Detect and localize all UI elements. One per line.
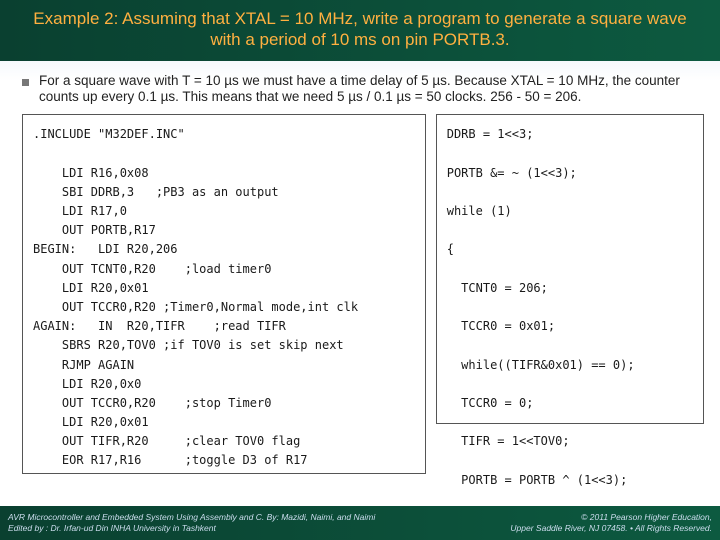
bullet-item: For a square wave with T = 10 µs we must… <box>22 73 704 107</box>
assembly-code: .INCLUDE "M32DEF.INC" LDI R16,0x08 SBI D… <box>33 125 415 474</box>
c-code-box: DDRB = 1<<3; PORTB &= ~ (1<<3); while (1… <box>436 114 704 424</box>
bullet-icon <box>22 79 29 86</box>
assembly-code-box: .INCLUDE "M32DEF.INC" LDI R16,0x08 SBI D… <box>22 114 426 474</box>
footer-left: AVR Microcontroller and Embedded System … <box>8 512 375 534</box>
code-row: .INCLUDE "M32DEF.INC" LDI R16,0x08 SBI D… <box>22 114 704 474</box>
slide: Example 2: Assuming that XTAL = 10 MHz, … <box>0 0 720 540</box>
footer-right: © 2011 Pearson Higher Education, Upper S… <box>510 512 712 534</box>
footer: AVR Microcontroller and Embedded System … <box>0 506 720 540</box>
bullet-text: For a square wave with T = 10 µs we must… <box>39 73 704 107</box>
body-area: For a square wave with T = 10 µs we must… <box>0 61 720 483</box>
footer-credit-2: Edited by : Dr. Irfan-ud Din INHA Univer… <box>8 523 375 534</box>
footer-credit-1: AVR Microcontroller and Embedded System … <box>8 512 375 523</box>
footer-copyright-2: Upper Saddle River, NJ 07458. • All Righ… <box>510 523 712 534</box>
c-code: DDRB = 1<<3; PORTB &= ~ (1<<3); while (1… <box>447 125 693 528</box>
footer-copyright-1: © 2011 Pearson Higher Education, <box>510 512 712 523</box>
slide-title: Example 2: Assuming that XTAL = 10 MHz, … <box>0 0 720 61</box>
